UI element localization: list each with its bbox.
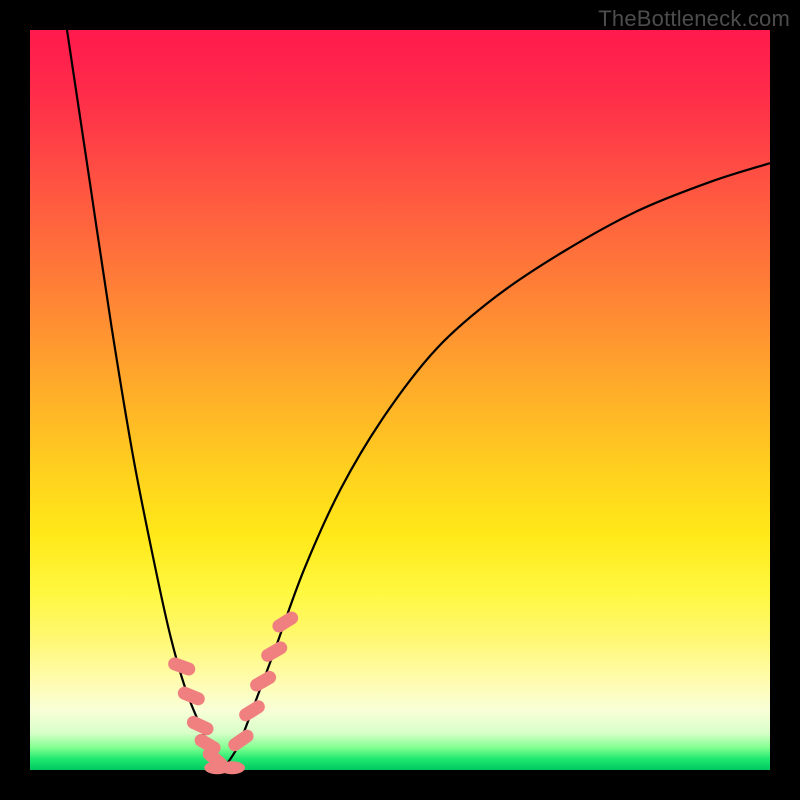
- curve-right-branch: [222, 163, 770, 770]
- marker-lozenge: [259, 639, 290, 664]
- curve-layer: [30, 30, 770, 770]
- watermark-text: TheBottleneck.com: [598, 6, 790, 32]
- marker-lozenge: [270, 609, 301, 635]
- curve-left-branch: [67, 30, 222, 770]
- marker-lozenge: [226, 727, 256, 754]
- marker-lozenge: [219, 761, 245, 774]
- marker-lozenge: [237, 698, 268, 724]
- marker-lozenge: [185, 714, 216, 738]
- marker-lozenge: [248, 669, 279, 694]
- chart-frame: TheBottleneck.com: [0, 0, 800, 800]
